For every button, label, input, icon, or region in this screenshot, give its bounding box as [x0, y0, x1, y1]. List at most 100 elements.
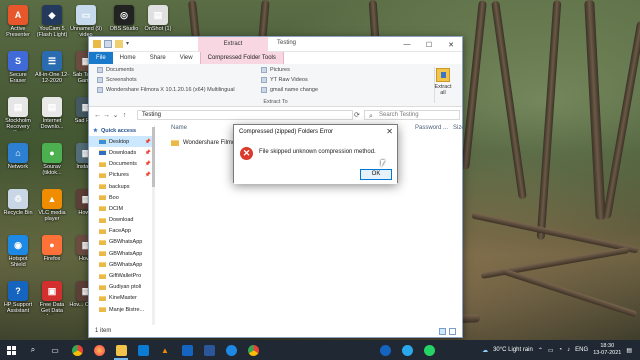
desktop-icon[interactable]: ⌂ Network: [2, 140, 34, 186]
taskbar-store[interactable]: [132, 340, 154, 360]
extract-to-filmora[interactable]: Wondershare Filmora X 10.1.20.16 (x64) M…: [97, 87, 235, 93]
file-explorer-window[interactable]: ▾ Extract Testing — ☐ ✕ File Home Share …: [88, 36, 465, 338]
desktop-icon[interactable]: S Secure Eraser: [2, 48, 34, 94]
desktop-icon[interactable]: ● Sourav (tiktok...: [36, 140, 68, 186]
network-icon[interactable]: ◔: [559, 347, 563, 353]
dialog-close-button[interactable]: ✕: [386, 127, 393, 136]
up-button[interactable]: ↑: [120, 112, 129, 119]
taskbar-mail[interactable]: [176, 340, 198, 360]
weather-icon[interactable]: ☁: [482, 347, 488, 354]
tab-view[interactable]: View: [173, 52, 200, 64]
nav-item[interactable]: FaceApp: [89, 226, 154, 237]
desktop-icon[interactable]: ▣Free Data Get Data Lo...: [36, 278, 68, 324]
error-dialog[interactable]: Compressed (zipped) Folders Error ✕ ✕ Fi…: [233, 124, 398, 184]
title-bar[interactable]: ▾ Extract Testing — ☐ ✕: [89, 37, 462, 52]
extract-to-gmail-name-change[interactable]: gmail name change: [261, 87, 318, 93]
nav-item[interactable]: GBWhatsApp: [89, 248, 154, 259]
ok-button[interactable]: OK: [360, 169, 392, 180]
desktop-icon[interactable]: ● Firefox: [36, 232, 68, 278]
forward-button[interactable]: →: [102, 112, 111, 119]
taskbar-file-explorer[interactable]: [110, 340, 132, 360]
extract-to-pictures[interactable]: Pictures: [261, 67, 290, 73]
pin-icon[interactable]: 📌: [145, 150, 151, 156]
desktop-icon[interactable]: ☰ All-in-One 12-12-2020: [35, 48, 69, 94]
recent-locations-button[interactable]: ⌄: [111, 111, 120, 119]
search-taskbar-button[interactable]: ⌕: [22, 340, 44, 360]
nav-item[interactable]: Download: [89, 215, 154, 226]
nav-item[interactable]: DCIM: [89, 203, 154, 214]
nav-item[interactable]: Gudiyan ptoli: [89, 282, 154, 293]
taskbar-help[interactable]: [374, 340, 396, 360]
desktop-icon[interactable]: ▤Stockholm Recovery Key: [2, 94, 34, 140]
refresh-icon[interactable]: ⟳: [354, 111, 360, 119]
desktop-icon[interactable]: ▤ Internet Downlo...: [36, 94, 68, 140]
nav-item[interactable]: Documents 📌: [89, 159, 154, 170]
nav-scrollbar[interactable]: [152, 127, 155, 325]
search-input[interactable]: ⌕ Search Testing: [364, 110, 460, 120]
app-icon: [225, 344, 237, 356]
extract-all-button[interactable]: Extract all: [432, 68, 454, 96]
taskbar-telegram[interactable]: [396, 340, 418, 360]
pin-icon[interactable]: 📌: [145, 161, 151, 167]
extract-to-screenshots[interactable]: Screenshots: [97, 77, 137, 83]
nav-item[interactable]: backups: [89, 181, 154, 192]
column-header-password[interactable]: Password ...: [415, 125, 448, 131]
desktop-icon[interactable]: A Active Presenter: [2, 2, 34, 48]
notifications-icon[interactable]: ▤: [626, 347, 632, 354]
taskbar-chrome-2[interactable]: [242, 340, 264, 360]
battery-icon[interactable]: ▭: [548, 347, 554, 354]
taskbar-chrome[interactable]: [66, 340, 88, 360]
language-indicator[interactable]: ENG: [575, 347, 588, 353]
desktop-icon[interactable]: ◆ YouCam 5 (Flash Light): [36, 2, 68, 48]
pin-icon[interactable]: 📌: [145, 139, 151, 145]
desktop-icon-label: Sourav (tiktok...: [42, 164, 62, 176]
nav-item[interactable]: Manje Bistre...: [89, 304, 154, 315]
app-icon: ▭: [76, 5, 96, 25]
extract-to-yt-raw-videos[interactable]: YT Raw Videos: [261, 77, 308, 83]
task-view-button[interactable]: ▭: [44, 340, 66, 360]
extract-to-documents[interactable]: Documents: [97, 67, 134, 73]
nav-item[interactable]: Downloads 📌: [89, 147, 154, 158]
nav-item[interactable]: GiftWalletPro: [89, 270, 154, 281]
desktop-icon[interactable]: ? HP Support Assistant: [2, 278, 34, 324]
nav-item[interactable]: KineMaster: [89, 293, 154, 304]
nav-item[interactable]: Pictures 📌: [89, 170, 154, 181]
taskbar-app[interactable]: [220, 340, 242, 360]
new-folder-icon[interactable]: [115, 40, 123, 48]
minimize-button[interactable]: —: [396, 37, 418, 52]
nav-item[interactable]: Desktop 📌: [89, 136, 154, 148]
chevron-up-icon[interactable]: ⌃: [538, 347, 543, 354]
address-path[interactable]: Testing: [137, 110, 353, 120]
nav-quick-access[interactable]: ★ Quick access: [89, 125, 154, 136]
volume-icon[interactable]: ♪: [567, 347, 570, 353]
desktop-icon[interactable]: ♲ Recycle Bin: [2, 186, 34, 232]
column-header-name[interactable]: Name: [171, 125, 187, 131]
maximize-button[interactable]: ☐: [418, 37, 440, 52]
tab-share[interactable]: Share: [143, 52, 173, 64]
taskbar-firefox[interactable]: [88, 340, 110, 360]
nav-item[interactable]: GBWhatsApp: [89, 237, 154, 248]
weather-text[interactable]: 30°C Light rain: [493, 347, 533, 353]
desktop-icon[interactable]: ▲ VLC media player: [36, 186, 68, 232]
taskbar-vlc[interactable]: ▲: [154, 340, 176, 360]
pin-icon[interactable]: 📌: [145, 172, 151, 178]
list-item[interactable]: Wondershare Filmora: [171, 140, 241, 146]
close-button[interactable]: ✕: [440, 37, 462, 52]
tab-file[interactable]: File: [89, 52, 113, 64]
desktop-icon[interactable]: ◉ Hotspot Shield: [2, 232, 34, 278]
column-header-size[interactable]: Size: [453, 125, 465, 131]
qat-dropdown-icon[interactable]: ▾: [126, 40, 131, 48]
start-button[interactable]: [0, 340, 22, 360]
back-button[interactable]: ←: [93, 112, 102, 119]
clock[interactable]: 18:30 13-07-2021: [593, 343, 621, 357]
details-view-icon[interactable]: [439, 328, 446, 335]
nav-item[interactable]: Boo: [89, 192, 154, 203]
large-icons-view-icon[interactable]: [449, 328, 456, 335]
nav-scrollbar-thumb[interactable]: [152, 127, 155, 187]
tab-compressed-folder-tools[interactable]: Compressed Folder Tools: [199, 52, 284, 64]
taskbar-whatsapp[interactable]: [418, 340, 440, 360]
save-icon[interactable]: [104, 40, 112, 48]
nav-item[interactable]: GBWhatsApp: [89, 259, 154, 270]
taskbar-word[interactable]: [198, 340, 220, 360]
tab-home[interactable]: Home: [113, 52, 143, 64]
